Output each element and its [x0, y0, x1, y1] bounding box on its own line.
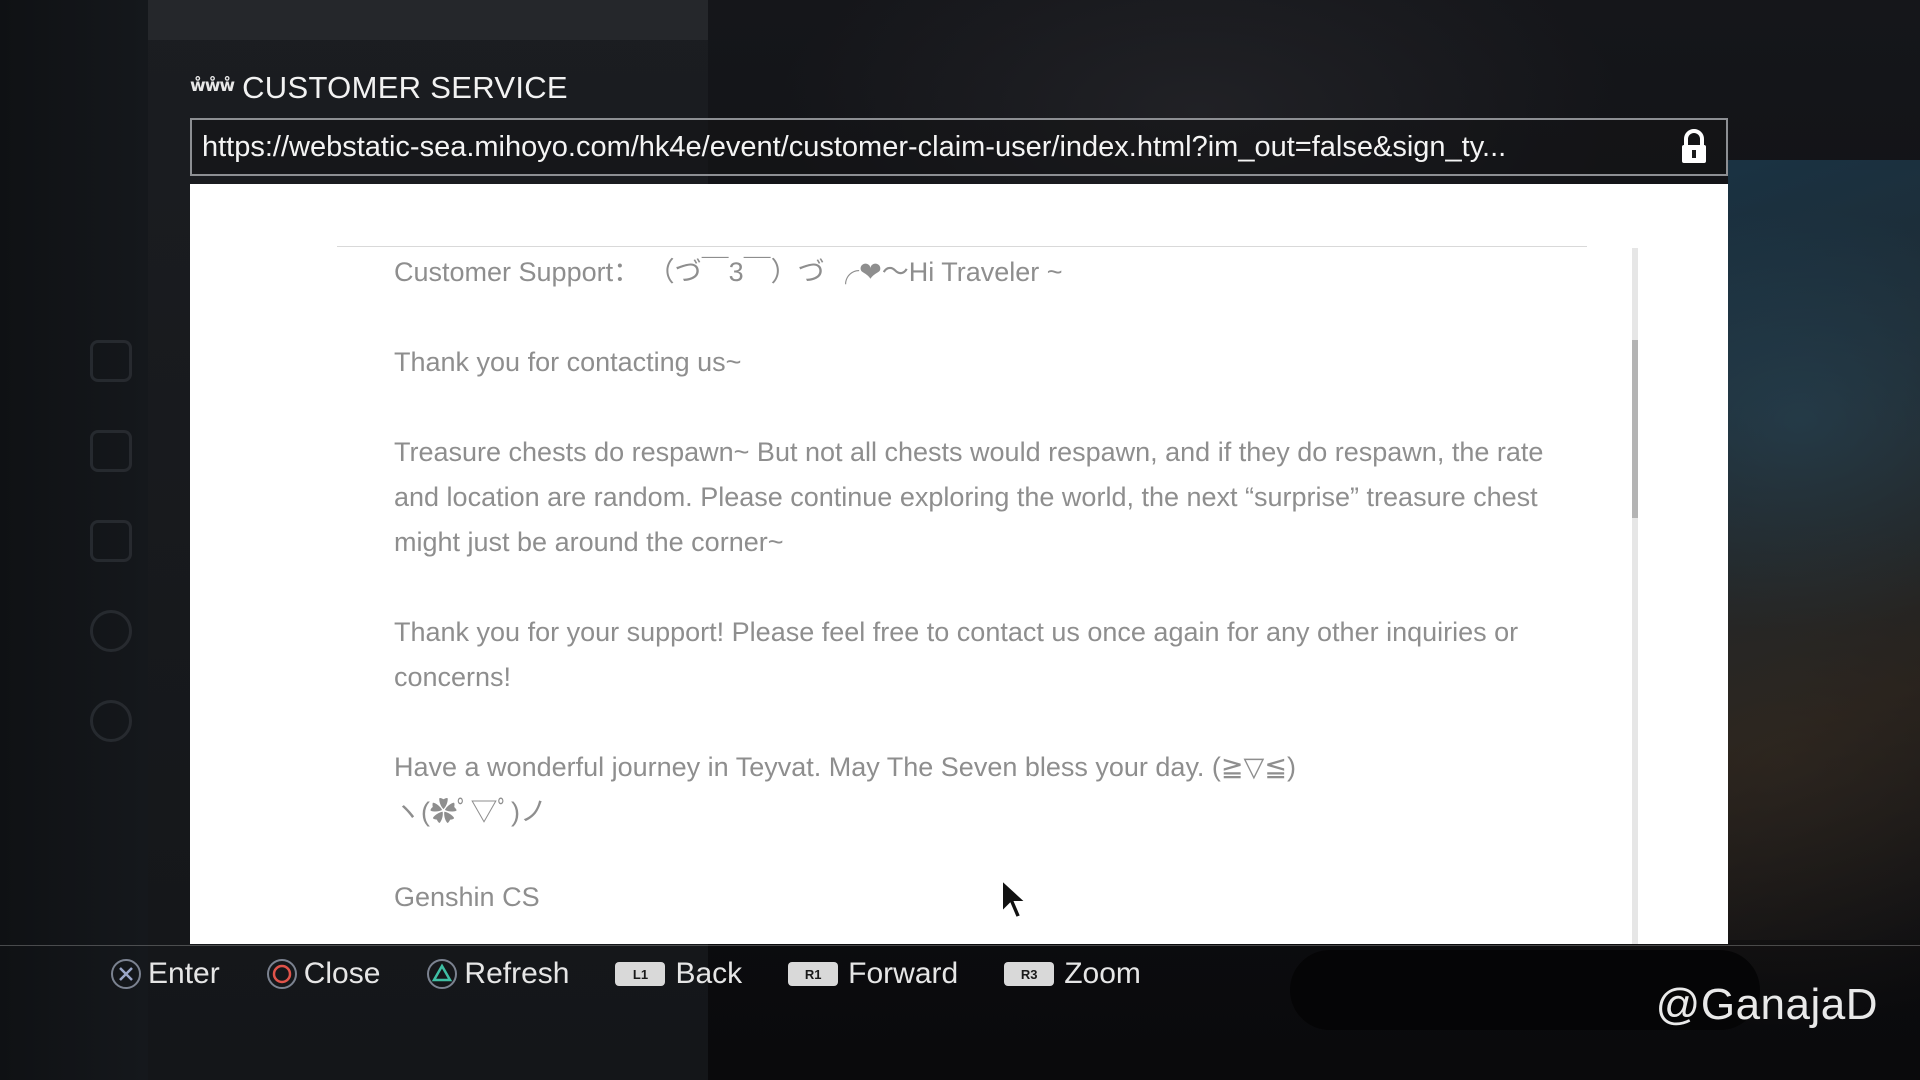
hint-enter[interactable]: Enter	[110, 957, 220, 991]
control-hints: Enter Close Refresh L1 Back R1 Forward R…	[110, 950, 1187, 998]
screen: ẘẘẘ CUSTOMER SERVICE https://webstatic-s…	[0, 0, 1920, 1080]
cursor-icon	[1001, 878, 1028, 920]
background-panel-header	[148, 0, 708, 40]
r1-button-icon: R1	[788, 962, 839, 986]
hint-back-label: Back	[675, 957, 743, 990]
divider	[337, 246, 1587, 247]
hint-zoom[interactable]: R3 Zoom	[1004, 957, 1141, 991]
browser-title-bar: ẘẘẘ CUSTOMER SERVICE	[190, 70, 568, 106]
lock-icon	[1682, 129, 1706, 163]
message-emoticon: ヽ(✿ﾟ▽ﾟ)ノ	[394, 797, 547, 827]
message-farewell: Have a wonderful journey in Teyvat. May …	[394, 752, 1296, 782]
r3-button-icon: R3	[1004, 962, 1055, 986]
watermark: @GanajaD	[1655, 980, 1878, 1029]
cross-button-icon	[111, 959, 141, 989]
background-gift-icon	[90, 430, 132, 472]
hint-refresh-label: Refresh	[464, 957, 570, 990]
message-signature: Genshin CS	[394, 882, 540, 912]
controls-divider	[0, 945, 1920, 946]
browser-title: CUSTOMER SERVICE	[242, 70, 568, 105]
scrollbar[interactable]	[1632, 248, 1638, 944]
background-scenery	[1728, 160, 1920, 940]
www-icon: ẘẘẘ	[190, 75, 235, 96]
hint-forward-label: Forward	[848, 957, 959, 990]
hint-refresh[interactable]: Refresh	[426, 957, 569, 991]
hint-back[interactable]: L1 Back	[615, 957, 742, 991]
address-url[interactable]: https://webstatic-sea.mihoyo.com/hk4e/ev…	[192, 131, 1674, 164]
hint-forward[interactable]: R1 Forward	[788, 957, 958, 991]
message-thanks: Thank you for contacting us~	[394, 347, 742, 377]
message-body-support: Thank you for your support! Please feel …	[394, 617, 1519, 692]
hint-enter-label: Enter	[148, 957, 220, 990]
support-message: Customer Support： （づ￣3￣）づ ╭❤～Hi Traveler…	[394, 250, 1594, 920]
triangle-button-icon	[427, 959, 458, 989]
hint-zoom-label: Zoom	[1064, 957, 1141, 990]
circle-button-icon	[266, 959, 297, 989]
message-greeting: Customer Support： （づ￣3￣）づ ╭❤～Hi Traveler…	[394, 257, 1063, 287]
background-mail-icon	[90, 520, 132, 562]
hint-close-label: Close	[303, 957, 381, 990]
hint-close[interactable]: Close	[266, 957, 381, 991]
background-camera-icon	[90, 340, 132, 382]
background-gear-icon	[90, 700, 132, 742]
message-body-chests: Treasure chests do respawn~ But not all …	[394, 437, 1544, 557]
scrollbar-thumb[interactable]	[1632, 340, 1638, 518]
l1-button-icon: L1	[615, 962, 666, 986]
web-page[interactable]: Customer Support： （づ￣3￣）づ ╭❤～Hi Traveler…	[190, 184, 1728, 944]
background-clock-icon	[90, 610, 132, 652]
address-bar[interactable]: https://webstatic-sea.mihoyo.com/hk4e/ev…	[190, 118, 1728, 176]
